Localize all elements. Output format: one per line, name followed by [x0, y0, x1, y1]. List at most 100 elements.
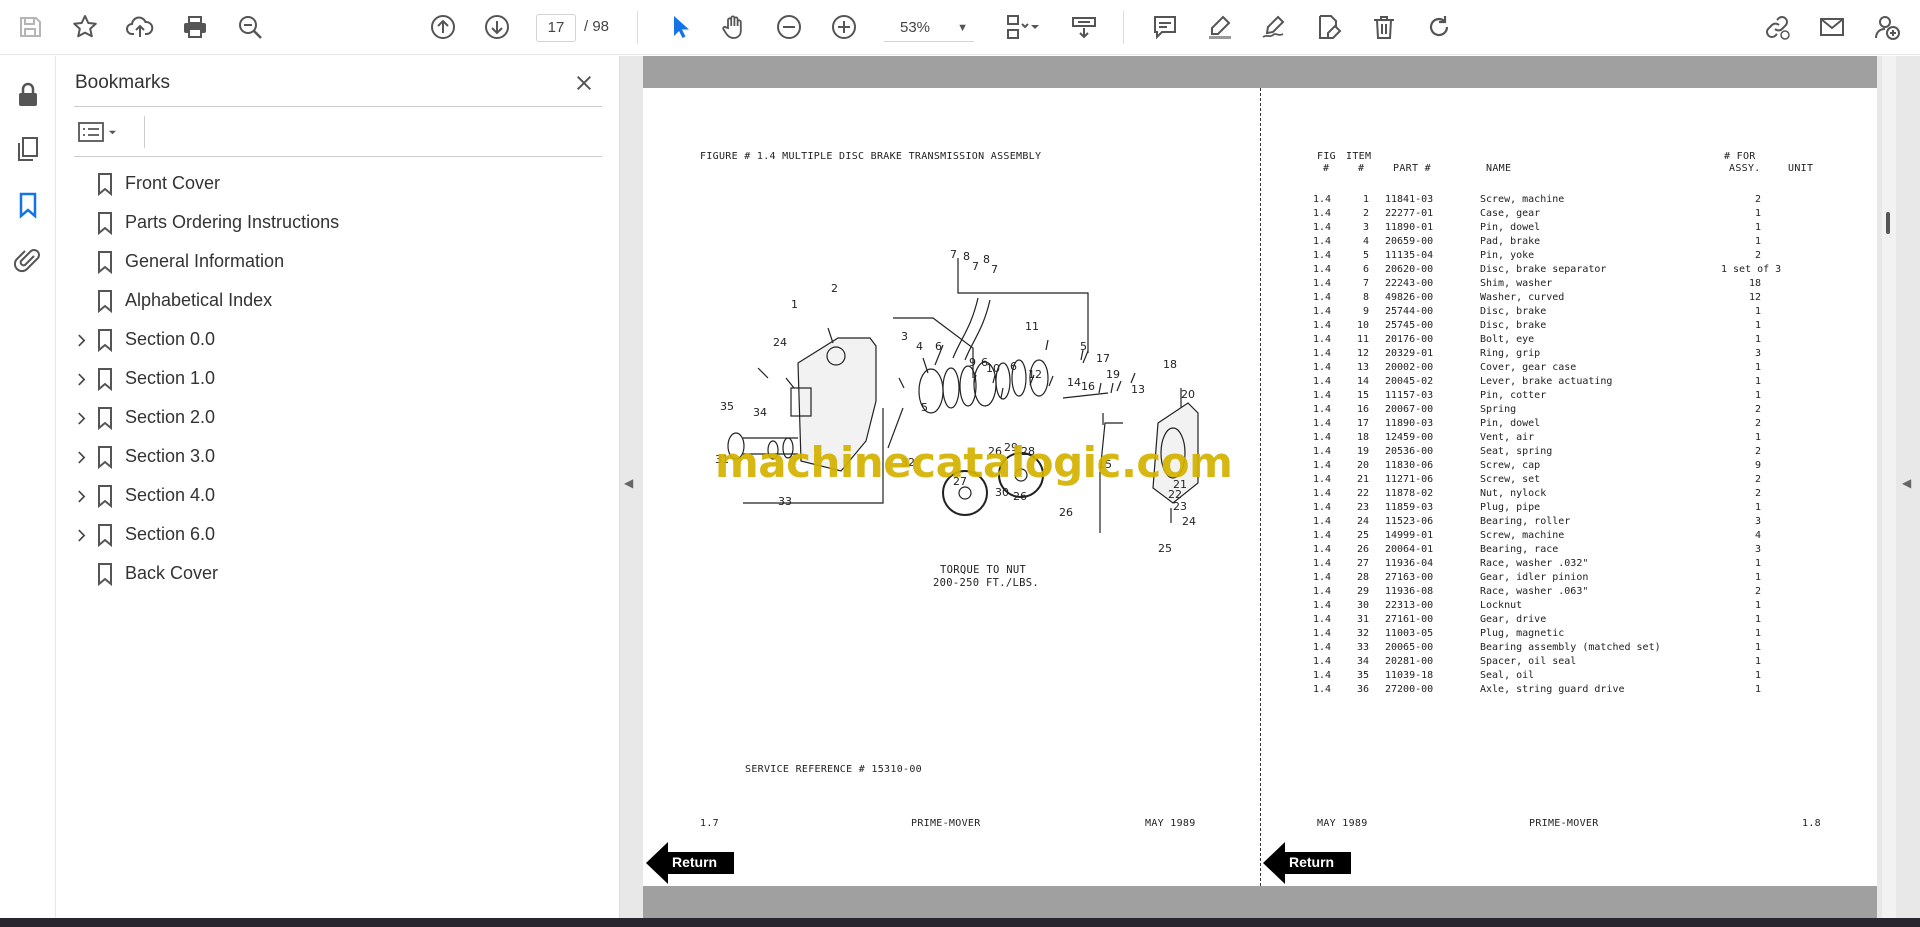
zoom-in-icon[interactable] [825, 8, 863, 46]
cell-fig: 1.4 [1313, 516, 1332, 527]
cell-part-number: 20329-01 [1385, 348, 1434, 359]
hand-icon[interactable] [715, 8, 753, 46]
prev-page-button[interactable] [424, 8, 462, 46]
account-icon[interactable] [1868, 8, 1906, 46]
cell-item: 31 [1356, 614, 1369, 625]
bookmark-item[interactable]: General Information [57, 242, 620, 281]
delete-icon[interactable] [1365, 8, 1403, 46]
select-pointer-icon[interactable] [661, 8, 699, 46]
cell-item: 32 [1356, 628, 1369, 639]
diagram-label: 11 [1025, 320, 1039, 333]
cell-part-number: 12459-00 [1385, 432, 1434, 443]
bookmark-item[interactable]: Section 2.0 [57, 398, 620, 437]
left-footer-page: 1.7 [700, 818, 719, 829]
sign-icon[interactable] [1255, 8, 1293, 46]
bookmark-item[interactable]: Section 4.0 [57, 476, 620, 515]
return-button[interactable]: Return [646, 840, 736, 886]
cell-fig: 1.4 [1313, 572, 1332, 583]
lock-icon[interactable] [9, 76, 47, 114]
cell-part-number: 27200-00 [1385, 684, 1434, 695]
cell-name: Axle, string guard drive [1480, 684, 1625, 695]
cell-item: 11 [1356, 334, 1369, 345]
edit-pdf-icon[interactable] [1310, 8, 1348, 46]
cell-item: 16 [1356, 404, 1369, 415]
cell-name: Locknut [1480, 600, 1523, 611]
cell-fig: 1.4 [1313, 278, 1332, 289]
comment-icon[interactable] [1146, 8, 1184, 46]
chevron-right-icon[interactable] [71, 369, 91, 389]
upload-icon[interactable] [121, 8, 159, 46]
close-icon[interactable] [571, 70, 597, 96]
cell-qty: 1 [1754, 362, 1761, 373]
return-button[interactable]: Return [1263, 840, 1353, 886]
diagram-label: 20 [1181, 388, 1195, 401]
vertical-scrollbar[interactable] [1882, 56, 1896, 927]
attachment-icon[interactable] [9, 241, 47, 279]
bookmark-item[interactable]: Front Cover [57, 164, 620, 203]
bookmark-item[interactable]: Section 1.0 [57, 359, 620, 398]
scrollbar-thumb[interactable] [1886, 212, 1890, 234]
cell-item: 25 [1356, 530, 1369, 541]
bookmark-icon[interactable] [9, 186, 47, 224]
cell-name: Cover, gear case [1480, 362, 1577, 373]
cell-qty: 9 [1754, 460, 1761, 471]
bookmark-item[interactable]: Back Cover [57, 554, 620, 593]
zoom-search-icon[interactable] [231, 8, 269, 46]
cell-qty: 1 [1754, 600, 1761, 611]
page-fit-chevron-icon[interactable] [1028, 8, 1042, 46]
cell-item: 34 [1356, 656, 1369, 667]
bookmark-item[interactable]: Alphabetical Index [57, 281, 620, 320]
cell-item: 8 [1362, 292, 1369, 303]
zoom-out-icon[interactable] [770, 8, 808, 46]
bookmark-item[interactable]: Section 0.0 [57, 320, 620, 359]
print-icon[interactable] [176, 8, 214, 46]
bookmark-label: General Information [125, 251, 285, 271]
bookmark-options-button[interactable] [78, 119, 124, 145]
bookmark-item[interactable]: Section 3.0 [57, 437, 620, 476]
bookmarks-toolbar [74, 106, 602, 157]
collapse-right-icon[interactable]: ◀ [1902, 476, 1911, 490]
bookmark-item[interactable]: Section 6.0 [57, 515, 620, 554]
chevron-right-icon[interactable] [71, 408, 91, 428]
cell-part-number: 20176-00 [1385, 334, 1434, 345]
cell-qty: 12 [1748, 292, 1761, 303]
next-page-button[interactable] [478, 8, 516, 46]
cell-name: Bearing, race [1480, 544, 1559, 555]
pages-icon[interactable] [9, 130, 47, 168]
chevron-right-icon[interactable] [71, 486, 91, 506]
cell-item: 10 [1356, 320, 1369, 331]
cell-name: Screw, set [1480, 474, 1541, 485]
chevron-right-icon[interactable] [71, 525, 91, 545]
rotate-icon[interactable] [1420, 8, 1458, 46]
zoom-dropdown[interactable]: 53% ▼ [884, 14, 974, 42]
cell-part-number: 20620-00 [1385, 264, 1434, 275]
diagram-label: 14 [1067, 376, 1081, 389]
cell-part-number: 25745-00 [1385, 320, 1434, 331]
chevron-right-icon[interactable] [71, 330, 91, 350]
cell-name: Lever, brake actuating [1480, 376, 1613, 387]
email-icon[interactable] [1813, 8, 1851, 46]
scroll-mode-icon[interactable] [1065, 8, 1103, 46]
cell-item: 28 [1356, 572, 1369, 583]
cell-fig: 1.4 [1313, 684, 1332, 695]
diagram-label: 12 [1028, 368, 1042, 381]
bookmark-label: Section 3.0 [125, 446, 216, 466]
save-icon[interactable] [11, 8, 49, 46]
cell-part-number: 20659-00 [1385, 236, 1434, 247]
cell-part-number: 22277-01 [1385, 208, 1434, 219]
share-link-icon[interactable] [1758, 8, 1796, 46]
bookmark-item[interactable]: Parts Ordering Instructions [57, 203, 620, 242]
bookmark-label: Alphabetical Index [125, 290, 273, 310]
page-gap-bottom [643, 886, 1877, 918]
chevron-right-icon[interactable] [71, 447, 91, 467]
page-number-input[interactable]: 17 [536, 14, 576, 42]
star-icon[interactable] [66, 8, 104, 46]
highlight-icon[interactable] [1201, 8, 1239, 46]
cell-fig: 1.4 [1313, 488, 1332, 499]
cell-fig: 1.4 [1313, 208, 1332, 219]
diagram-label: 16 [1081, 380, 1095, 393]
cell-name: Washer, curved [1480, 292, 1565, 303]
cell-name: Pin, cotter [1480, 390, 1547, 401]
collapse-left-icon[interactable]: ◀ [624, 476, 633, 490]
bookmark-label: Section 0.0 [125, 329, 216, 349]
